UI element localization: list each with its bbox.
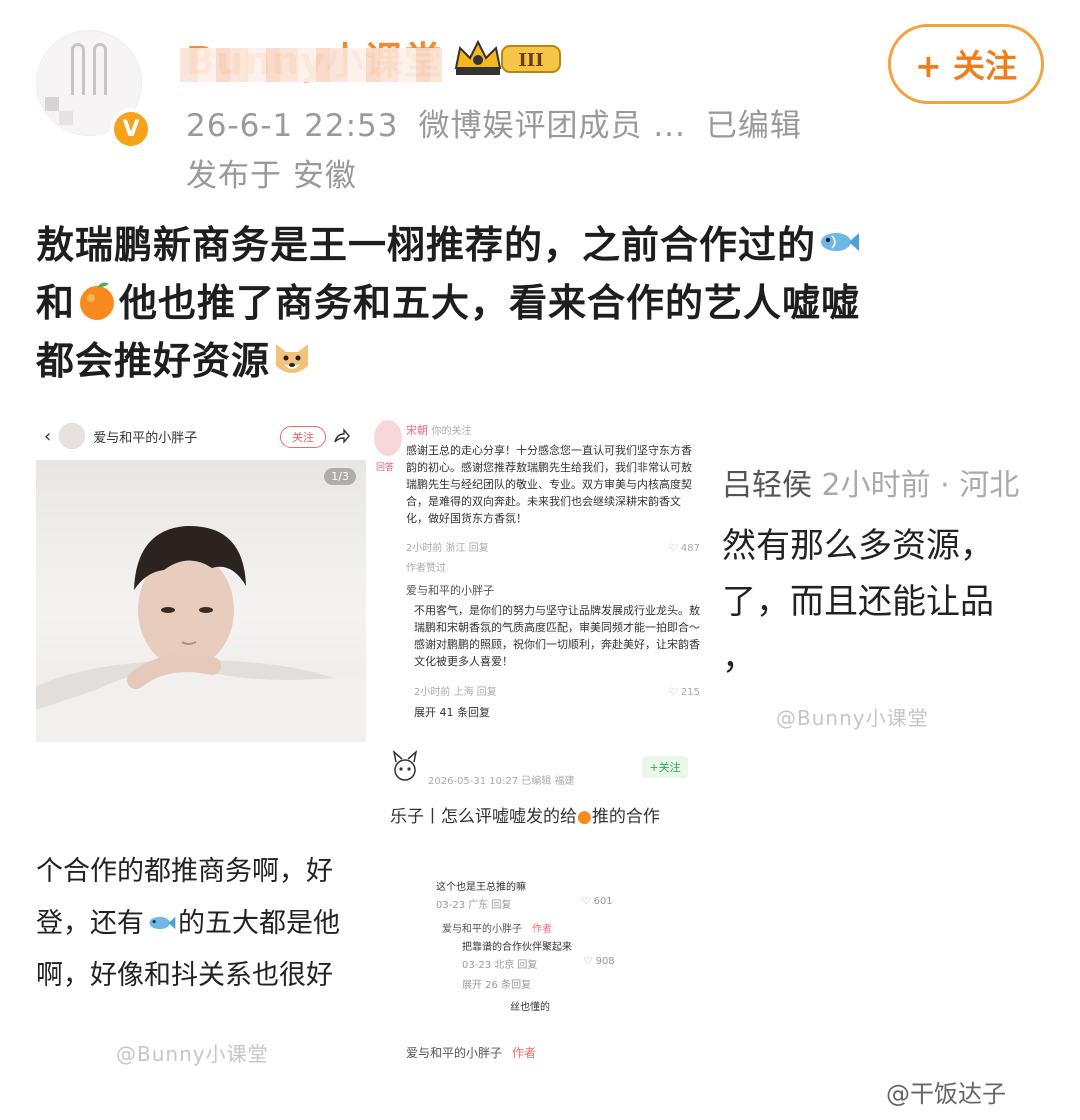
fans-line: 丝也懂的 <box>510 1002 550 1013</box>
back-arrow-icon[interactable]: ‹ <box>44 426 51 447</box>
fish-emoji-icon <box>821 233 860 251</box>
avatar-pixel <box>59 111 73 125</box>
screenshot-comment-thread: 宋朝 你的关注 回答 感谢王总的走心分享！十分感念您一直认可我们坚守东方香韵的初… <box>370 412 705 730</box>
reply-meta: 03-23 北京 回复 ♡ 908 <box>462 956 615 971</box>
answer-badge: 回答 <box>376 463 395 473</box>
expand-replies[interactable]: 展开 41 条回复 <box>414 704 705 721</box>
cartoon-avatar <box>390 749 420 784</box>
follow-button[interactable]: + 关注 <box>888 24 1044 104</box>
crop-line: 个合作的都推商务啊，好 <box>36 856 333 887</box>
brand-avatar <box>374 420 402 456</box>
avatar <box>59 423 86 449</box>
bunny-ear-left <box>71 43 85 95</box>
share-icon[interactable] <box>332 428 350 446</box>
screenshot-discussion-post: 2026-05-31 10:27 已编辑 福建 +关注 乐子丨怎么评嘘嘘发的给●… <box>384 744 704 1074</box>
comment-meta: 2小时前 浙江 回复 ♡ 487 <box>406 543 700 554</box>
reply-user: 爱与和平的小胖子 <box>406 584 494 597</box>
screenshot-text-crop: 个合作的都推商务啊，好 登，还有 的五大都是他 啊，好像和抖关系也很好 <box>36 846 366 1006</box>
orange-emoji-icon <box>80 282 115 320</box>
commenter-line: 吕轻侯 2小时前 · 河北 <box>722 468 1020 503</box>
screenshot-comment-crop: 吕轻侯 2小时前 · 河北 然有那么多资源， 了，而且还能让品 ， @Bunny… <box>712 448 1064 736</box>
post-timestamp: 26-6-1 22:53 <box>186 108 399 144</box>
reply-meta: 2小时前 上海 回复 ♡ 215 <box>414 687 700 698</box>
avatar-pixel <box>45 97 59 111</box>
dog-emoji-icon <box>276 344 309 373</box>
crop-line: 登，还有 的五大都是他 <box>36 908 340 939</box>
crop-line: 啊，好像和抖关系也很好 <box>36 960 333 991</box>
level-badge-text: III <box>518 50 543 71</box>
reply-text: 把靠谱的合作伙伴聚起来 <box>462 942 572 953</box>
post-line: 敖瑞鹏新商务是王一栩推荐的，之前合作过的 <box>36 216 1036 274</box>
post-line: 和他也推了商务和五大，看来合作的艺人嘘嘘 <box>36 274 1036 332</box>
verified-v-icon: V <box>110 108 152 150</box>
post-body: 敖瑞鹏新商务是王一栩推荐的，之前合作过的 和他也推了商务和五大，看来合作的艺人嘘… <box>36 216 1036 390</box>
expand-replies[interactable]: 展开 26 条回复 <box>462 976 531 991</box>
crop-line: 了，而且还能让品 <box>722 582 994 622</box>
crop-line: ， <box>722 638 756 678</box>
crown-level-icon: III <box>454 39 561 75</box>
photo-post-follow-button[interactable]: 关注 <box>280 426 326 448</box>
bottom-user: 爱与和平的小胖子 作者 <box>406 1046 537 1060</box>
post-edited[interactable]: 已编辑 <box>706 108 802 144</box>
crop-line: 然有那么多资源， <box>722 526 994 566</box>
comment-text: 这个也是王总推的嘛 <box>436 882 526 893</box>
fish-emoji-icon <box>149 916 176 930</box>
photo-post-username: 爱与和平的小胖子 <box>93 430 198 446</box>
orange-emoji-icon: ● <box>577 807 592 827</box>
post-source[interactable]: 微博娱评团成员 ... <box>418 108 685 144</box>
brand-comment: 感谢王总的走心分享！十分感念您一直认可我们坚守东方香韵的初心。感谢您推荐敖瑞鹏先… <box>406 444 692 525</box>
post-line: 都会推好资源 <box>36 332 1036 390</box>
author-liked-tag: 作者赞过 <box>406 563 446 574</box>
photo-page-counter: 1/3 <box>324 468 356 485</box>
discussion-follow-button[interactable]: +关注 <box>642 756 688 778</box>
thread-header: 宋朝 你的关注 <box>406 424 472 437</box>
reply-user: 爱与和平的小胖子 作者 <box>442 924 552 935</box>
watermark: @Bunny小课堂 <box>776 706 929 730</box>
post-date: 2026-05-31 10:27 已编辑 福建 <box>428 776 575 787</box>
post-location: 发布于 安徽 <box>186 158 357 194</box>
reply-comment: 不用客气，是你们的努力与坚守让品牌发展成行业龙头。敖瑞鹏和宋朝香氛的气质高度匹配… <box>414 604 700 668</box>
watermark: @Bunny小课堂 <box>116 1042 269 1066</box>
screenshot-photo-post[interactable]: ‹ 爱与和平的小胖子 关注 1/3 <box>36 412 366 742</box>
post-meta: 26-6-1 22:53 微博娱评团成员 ... 已编辑 <box>186 100 822 145</box>
discussion-title: 乐子丨怎么评嘘嘘发的给●推的合作 <box>390 807 660 827</box>
username-mosaic <box>180 48 442 82</box>
bunny-ear-right <box>93 43 107 95</box>
portrait-photo <box>36 460 366 742</box>
comment-meta: 03-23 广东 回复 ♡ 601 <box>436 896 613 911</box>
main-watermark: @干饭达子 <box>886 1080 1006 1108</box>
